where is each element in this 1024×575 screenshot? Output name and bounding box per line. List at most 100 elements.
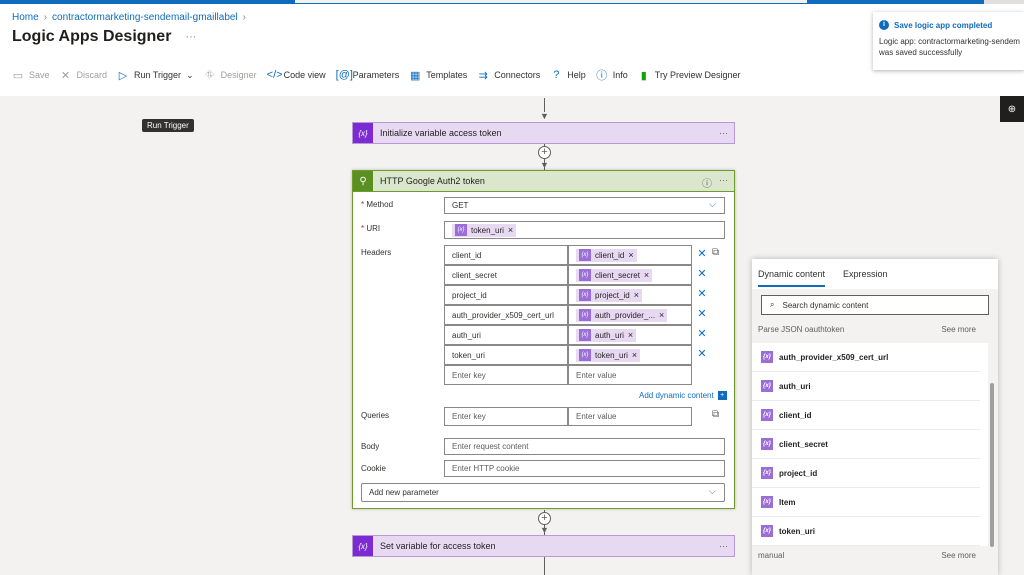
breadcrumb-home[interactable]: Home (12, 12, 39, 23)
account-area[interactable] (984, 0, 1024, 4)
header-key-input[interactable]: project_id (444, 285, 568, 305)
connectors-button[interactable]: ⇉ Connectors (477, 69, 541, 82)
discard-button[interactable]: ✕ Discard (60, 69, 107, 82)
query-value-input[interactable]: Enter value (568, 407, 692, 426)
breadcrumb-resource[interactable]: contractormarketing-sendemail-gmaillabel (52, 12, 238, 23)
add-dynamic-content-link[interactable]: Add dynamic content + (639, 391, 727, 400)
add-step-icon[interactable]: + (538, 146, 551, 159)
zoom-in-icon[interactable]: ⊕ (1000, 96, 1024, 122)
method-select[interactable]: GET (444, 197, 725, 214)
delete-header-icon[interactable]: ✕ (696, 247, 708, 260)
token-chip[interactable]: {x} auth_uri × (576, 328, 637, 342)
queries-label: Queries (361, 411, 390, 420)
header-key-input[interactable]: Enter key (444, 365, 568, 385)
dynamic-item-label: project_id (779, 468, 818, 478)
bookmark-icon: ▮ (640, 69, 647, 82)
more-icon[interactable]: ··· (719, 175, 728, 185)
http-header[interactable]: ⚲ HTTP Google Auth2 token ⓘ ··· (353, 171, 734, 192)
run-trigger-button[interactable]: ▷ Run Trigger ⌄ (117, 69, 194, 82)
global-search-bar[interactable] (295, 0, 807, 3)
info-button[interactable]: ⓘ Info (596, 67, 628, 83)
token-chip[interactable]: {x} token_uri × (576, 348, 641, 362)
body-label: Body (361, 442, 380, 451)
dynamic-item[interactable]: {x} token_uri (752, 517, 980, 546)
dynamic-item[interactable]: {x} project_id (752, 459, 980, 488)
close-icon[interactable]: × (659, 310, 664, 320)
delete-header-icon[interactable]: ✕ (696, 327, 708, 340)
dynamic-item[interactable]: {x} Item (752, 488, 980, 517)
token-chip[interactable]: {x} client_secret × (576, 268, 653, 282)
save-button[interactable]: ▭ Save (12, 69, 50, 82)
header-key-input[interactable]: token_uri (444, 345, 568, 365)
token-label: client_id (595, 250, 625, 260)
add-step-icon[interactable]: + (538, 512, 551, 525)
header-value-input[interactable]: {x} client_secret × (568, 265, 692, 285)
toast-line2: was saved successfully (879, 48, 963, 57)
token-label: token_uri (595, 350, 628, 360)
help-button[interactable]: ? Help (550, 69, 586, 81)
add-parameter-select[interactable]: Add new parameter (361, 483, 725, 502)
query-key-input[interactable]: Enter key (444, 407, 568, 426)
header-value-input[interactable]: {x} auth_uri × (568, 325, 692, 345)
close-icon[interactable]: × (644, 270, 649, 280)
token-chip[interactable]: {x} token_uri × (452, 223, 517, 237)
tab-expression[interactable]: Expression (843, 269, 888, 287)
token-chip[interactable]: {x} client_id × (576, 248, 637, 262)
close-icon[interactable]: × (634, 290, 639, 300)
more-icon[interactable]: ··· (719, 541, 728, 551)
cookie-input[interactable]: Enter HTTP cookie (444, 460, 725, 477)
templates-button[interactable]: ▦ Templates (409, 69, 467, 82)
section-title: manual (758, 551, 785, 560)
header-key-input[interactable]: auth_provider_x509_cert_url (444, 305, 568, 325)
uri-field[interactable]: {x} token_uri × (444, 221, 725, 239)
step-set-variable[interactable]: {x} Set variable for access token ··· (352, 535, 735, 557)
header-value-input[interactable]: {x} auth_provider_... × (568, 305, 692, 325)
header-key-input[interactable]: auth_uri (444, 325, 568, 345)
header-value-input[interactable]: Enter value (568, 365, 692, 385)
scrollbar[interactable] (990, 383, 994, 547)
designer-button[interactable]: ⛗ Designer (204, 68, 257, 82)
dynamic-item[interactable]: {x} client_id (752, 401, 980, 430)
close-icon[interactable]: × (632, 350, 637, 360)
code-view-button[interactable]: </> Code view (267, 69, 326, 81)
close-icon[interactable]: × (508, 225, 513, 235)
dynamic-item[interactable]: {x} client_secret (752, 430, 980, 459)
step-initialize-variable[interactable]: {x} Initialize variable access token ··· (352, 122, 735, 144)
header-value-input[interactable]: {x} project_id × (568, 285, 692, 305)
token-chip[interactable]: {x} auth_provider_... × (576, 308, 668, 322)
delete-header-icon[interactable]: ✕ (696, 347, 708, 360)
dynamic-search-input[interactable]: ⌕ Search dynamic content (761, 295, 989, 315)
delete-header-icon[interactable]: ✕ (696, 287, 708, 300)
delete-header-icon[interactable]: ✕ (696, 267, 708, 280)
copy-icon[interactable]: ⧉ (712, 409, 719, 420)
close-icon[interactable]: × (628, 250, 633, 260)
notification-toast[interactable]: i Save logic app completed Logic app: con… (873, 12, 1024, 70)
close-icon[interactable]: × (628, 330, 633, 340)
token-label: client_secret (595, 270, 640, 280)
header-value-input[interactable]: {x} client_id × (568, 245, 692, 265)
designer-icon: ⛗ (205, 68, 215, 81)
dynamic-item[interactable]: {x} auth_provider_x509_cert_url (752, 343, 980, 372)
copy-icon[interactable]: ⧉ (712, 247, 719, 258)
body-input[interactable]: Enter request content (444, 438, 725, 455)
parameters-label: Parameters (352, 70, 400, 80)
tab-dynamic-content[interactable]: Dynamic content (758, 269, 826, 287)
more-icon[interactable]: ··· (185, 31, 196, 43)
more-icon[interactable]: ··· (719, 128, 728, 138)
parameters-button[interactable]: [@] Parameters (336, 69, 400, 81)
connector-line (544, 98, 545, 112)
dynamic-item-label: auth_provider_x509_cert_url (779, 352, 889, 362)
token-chip[interactable]: {x} project_id × (576, 288, 642, 302)
delete-header-icon[interactable]: ✕ (696, 307, 708, 320)
info-icon[interactable]: ⓘ (702, 175, 712, 190)
cookie-label: Cookie (361, 464, 386, 473)
header-value-input[interactable]: {x} token_uri × (568, 345, 692, 365)
dynamic-item[interactable]: {x} auth_uri (752, 372, 980, 401)
try-preview-button[interactable]: ▮ Try Preview Designer (638, 69, 741, 82)
see-more-link[interactable]: See more (941, 551, 976, 560)
header-key-input[interactable]: client_id (444, 245, 568, 265)
designer-label: Designer (220, 70, 257, 80)
header-key-input[interactable]: client_secret (444, 265, 568, 285)
code-icon: </> (266, 69, 283, 81)
see-more-link[interactable]: See more (941, 325, 976, 334)
